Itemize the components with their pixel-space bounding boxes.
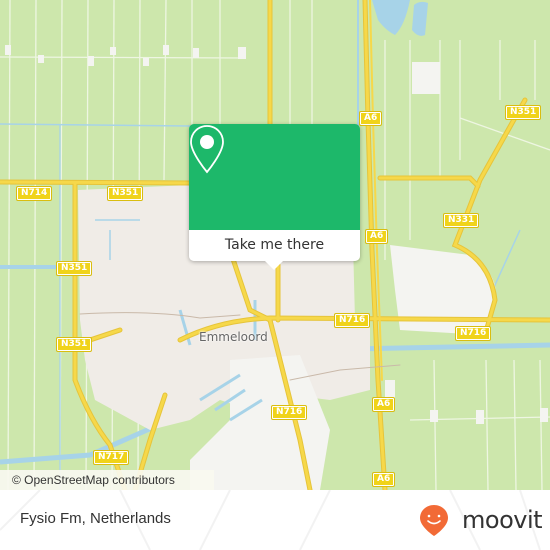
moovit-wordmark: moovit xyxy=(462,506,543,534)
road-shield-n351: N351 xyxy=(106,186,144,201)
map-view[interactable]: A6 N351 N714 N351 N351 A6 N331 N716 N716… xyxy=(0,0,550,490)
moovit-smiley-pin-icon xyxy=(420,505,448,536)
road-shield-a6: A6 xyxy=(358,111,383,126)
map-pin-icon xyxy=(190,125,224,174)
map-attribution[interactable]: © OpenStreetMap contributors xyxy=(0,470,214,490)
road-shield-n716: N716 xyxy=(454,326,492,341)
road-shield-n351: N351 xyxy=(55,337,93,352)
place-title: Fysio Fm, Netherlands xyxy=(20,510,171,527)
road-shield-n717: N717 xyxy=(92,450,130,465)
road-shield-n331: N331 xyxy=(442,213,480,228)
road-shield-n714: N714 xyxy=(15,186,53,201)
take-me-there-button[interactable]: Take me there xyxy=(189,230,360,261)
location-popup: Take me there xyxy=(189,124,360,270)
road-shield-n716: N716 xyxy=(333,313,371,328)
road-shield-a6: A6 xyxy=(371,397,396,412)
popup-header xyxy=(189,124,360,230)
road-shield-a6: A6 xyxy=(371,472,396,487)
building-block xyxy=(412,62,440,94)
place-label-emmeloord: Emmeloord xyxy=(199,330,268,344)
road-shield-n351: N351 xyxy=(55,261,93,276)
road-shield-n351: N351 xyxy=(504,105,542,120)
popup-pointer xyxy=(265,261,283,270)
road-shield-a6: A6 xyxy=(364,229,389,244)
road-shield-n716: N716 xyxy=(270,405,308,420)
